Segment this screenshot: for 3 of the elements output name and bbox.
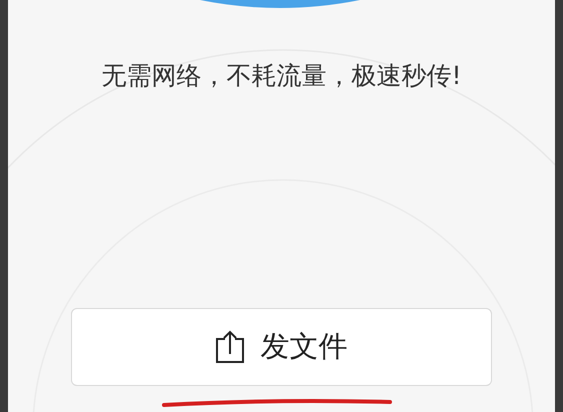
send-file-button[interactable]: 发文件: [70, 308, 492, 386]
upload-icon: [214, 330, 244, 364]
tagline: 无需网络，不耗流量，极速秒传!: [101, 60, 462, 92]
